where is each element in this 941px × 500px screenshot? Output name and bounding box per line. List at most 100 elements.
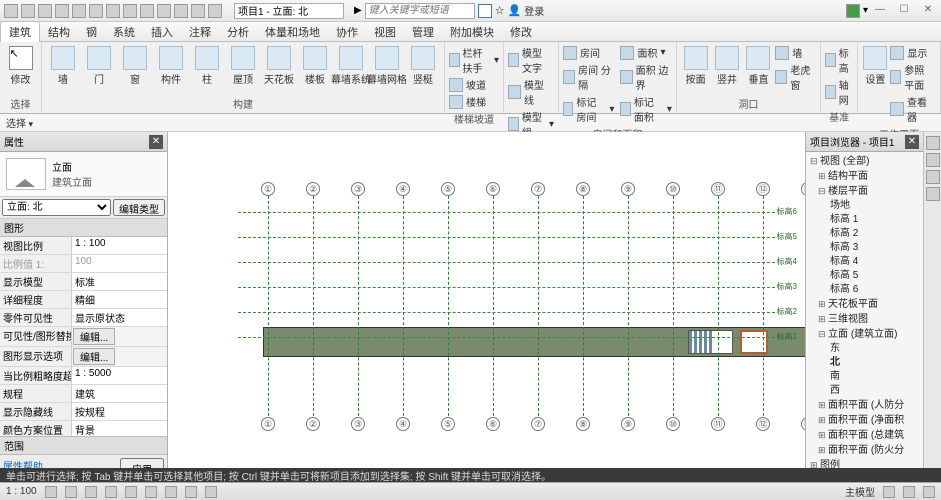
close-hidden-icon[interactable] xyxy=(208,4,222,18)
measure-icon[interactable] xyxy=(106,4,120,18)
detail-level-icon[interactable] xyxy=(45,486,57,498)
railing-button[interactable]: 栏杆扶手 ▾ xyxy=(449,44,499,76)
tree-node[interactable]: 西 xyxy=(808,384,921,398)
build-构件[interactable]: 构件 xyxy=(154,44,188,86)
tree-node[interactable]: 楼层平面 xyxy=(808,184,921,199)
open-icon[interactable] xyxy=(21,4,35,18)
document-title-input[interactable] xyxy=(234,3,344,19)
prop-row[interactable]: 比例值 1:100 xyxy=(0,255,167,273)
build-柱[interactable]: 柱 xyxy=(190,44,224,86)
visual-style-icon[interactable] xyxy=(65,486,77,498)
temp-hide-icon[interactable] xyxy=(185,486,197,498)
prop-row[interactable]: 颜色方案位置背景 xyxy=(0,421,167,436)
build-幕墙系统[interactable]: 幕墙系统 xyxy=(334,44,368,86)
thin-lines-icon[interactable] xyxy=(191,4,205,18)
tree-node[interactable]: 场地 xyxy=(808,199,921,213)
tree-node[interactable]: 面积平面 (总建筑 xyxy=(808,428,921,443)
tab-协作[interactable]: 协作 xyxy=(328,22,366,42)
nav-cube-icon[interactable] xyxy=(926,153,940,167)
build-屋顶[interactable]: 屋顶 xyxy=(226,44,260,86)
tree-node[interactable]: 面积平面 (防火分 xyxy=(808,443,921,458)
app-menu-icon[interactable] xyxy=(4,4,18,18)
browser-close-icon[interactable]: ✕ xyxy=(905,135,919,149)
print-icon[interactable] xyxy=(89,4,103,18)
tab-插入[interactable]: 插入 xyxy=(143,22,181,42)
text-icon[interactable] xyxy=(140,4,154,18)
nav-home-icon[interactable] xyxy=(926,136,940,150)
tree-node[interactable]: 天花板平面 xyxy=(808,297,921,312)
view3d-icon[interactable] xyxy=(157,4,171,18)
dormer-button[interactable]: 老虎窗 xyxy=(775,61,816,93)
view-scale[interactable]: 1 : 100 xyxy=(6,486,37,497)
by-face-button[interactable]: 按面 xyxy=(681,44,710,86)
tab-结构[interactable]: 结构 xyxy=(40,22,78,42)
build-幕墙网格[interactable]: 幕墙网格 xyxy=(370,44,404,86)
tree-node[interactable]: 标高 2 xyxy=(808,227,921,241)
save-icon[interactable] xyxy=(38,4,52,18)
tab-注释[interactable]: 注释 xyxy=(181,22,219,42)
crop-show-icon[interactable] xyxy=(145,486,157,498)
crop-icon[interactable] xyxy=(125,486,137,498)
nav-wheel-icon[interactable] xyxy=(926,170,940,184)
maximize-button[interactable]: ☐ xyxy=(895,4,913,18)
prop-row[interactable]: 当比例粗略度超...1 : 5000 xyxy=(0,367,167,385)
ref-plane-button[interactable]: 参照 平面 xyxy=(890,61,936,93)
build-竖梃[interactable]: 竖梃 xyxy=(406,44,440,86)
sun-path-icon[interactable] xyxy=(85,486,97,498)
tree-node[interactable]: 面积平面 (净面积 xyxy=(808,413,921,428)
tree-node[interactable]: 标高 4 xyxy=(808,255,921,269)
login-link[interactable]: 登录 xyxy=(524,3,544,18)
tag-area-button[interactable]: 标记 面积 ▾ xyxy=(620,93,671,125)
shadows-icon[interactable] xyxy=(105,486,117,498)
instance-selector[interactable]: 立面: 北 xyxy=(2,199,111,216)
tree-node[interactable]: 标高 1 xyxy=(808,213,921,227)
area-button[interactable]: 面积 ▾ xyxy=(620,44,671,61)
wall-opening-button[interactable]: 墙 xyxy=(775,44,816,61)
tab-建筑[interactable]: 建筑 xyxy=(0,21,40,42)
build-天花板[interactable]: 天花板 xyxy=(262,44,296,86)
modify-button[interactable]: ↖修改 xyxy=(4,44,37,86)
level-button[interactable]: 标高 xyxy=(825,44,853,76)
set-workplane-button[interactable]: 设置 xyxy=(862,44,888,86)
build-窗[interactable]: 窗 xyxy=(118,44,152,86)
select-dropdown[interactable]: 选择 xyxy=(6,115,33,130)
prop-row[interactable]: 图形显示选项编辑... xyxy=(0,347,167,367)
properties-close-icon[interactable]: ✕ xyxy=(149,135,163,149)
tab-钢[interactable]: 钢 xyxy=(78,22,105,42)
prop-row[interactable]: 显示模型标准 xyxy=(0,273,167,291)
tag-room-button[interactable]: 标记 房间 ▾ xyxy=(563,93,614,125)
tree-node[interactable]: 南 xyxy=(808,370,921,384)
prop-row[interactable]: 显示隐藏线按规程 xyxy=(0,403,167,421)
drawing-canvas[interactable]: ①①②②③③④④⑤⑤⑥⑥⑦⑦⑧⑧⑨⑨⑩⑩⑪⑪⑫⑫⑬⑬标高6标高5标高4标高3标高… xyxy=(168,132,805,482)
dim-icon[interactable] xyxy=(123,4,137,18)
tab-体量和场地[interactable]: 体量和场地 xyxy=(257,22,328,42)
close-button[interactable]: ✕ xyxy=(919,4,937,18)
workset-label[interactable]: 主模型 xyxy=(845,484,875,499)
tree-node[interactable]: 立面 (建筑立面) xyxy=(808,327,921,342)
viewer-button[interactable]: 查看器 xyxy=(890,93,936,125)
room-sep-button[interactable]: 房间 分隔 xyxy=(563,61,614,93)
lock3d-icon[interactable] xyxy=(165,486,177,498)
prop-row[interactable]: 零件可见性显示原状态 xyxy=(0,309,167,327)
tree-node[interactable]: 东 xyxy=(808,342,921,356)
build-楼板[interactable]: 楼板 xyxy=(298,44,332,86)
room-button[interactable]: 房间 xyxy=(563,44,614,61)
info-icon[interactable] xyxy=(478,4,492,18)
tab-系统[interactable]: 系统 xyxy=(105,22,143,42)
redo-icon[interactable] xyxy=(72,4,86,18)
prop-row[interactable]: 详细程度精细 xyxy=(0,291,167,309)
tree-node[interactable]: 结构平面 xyxy=(808,169,921,184)
tree-node[interactable]: 面积平面 (人防分 xyxy=(808,398,921,413)
build-墙[interactable]: 墙 xyxy=(46,44,80,86)
tree-node[interactable]: 视图 (全部) xyxy=(808,154,921,169)
exchange-icon[interactable] xyxy=(846,4,860,18)
reveal-icon[interactable] xyxy=(205,486,217,498)
tree-node[interactable]: 三维视图 xyxy=(808,312,921,327)
search-input[interactable] xyxy=(365,3,475,19)
prop-row[interactable]: 可见性/图形替换编辑... xyxy=(0,327,167,347)
grid-button[interactable]: 轴网 xyxy=(825,76,853,108)
model-line-button[interactable]: 模型 线 xyxy=(508,76,554,108)
tree-node[interactable]: 标高 5 xyxy=(808,269,921,283)
tree-node[interactable]: 标高 3 xyxy=(808,241,921,255)
show-wp-button[interactable]: 显示 xyxy=(890,44,936,61)
